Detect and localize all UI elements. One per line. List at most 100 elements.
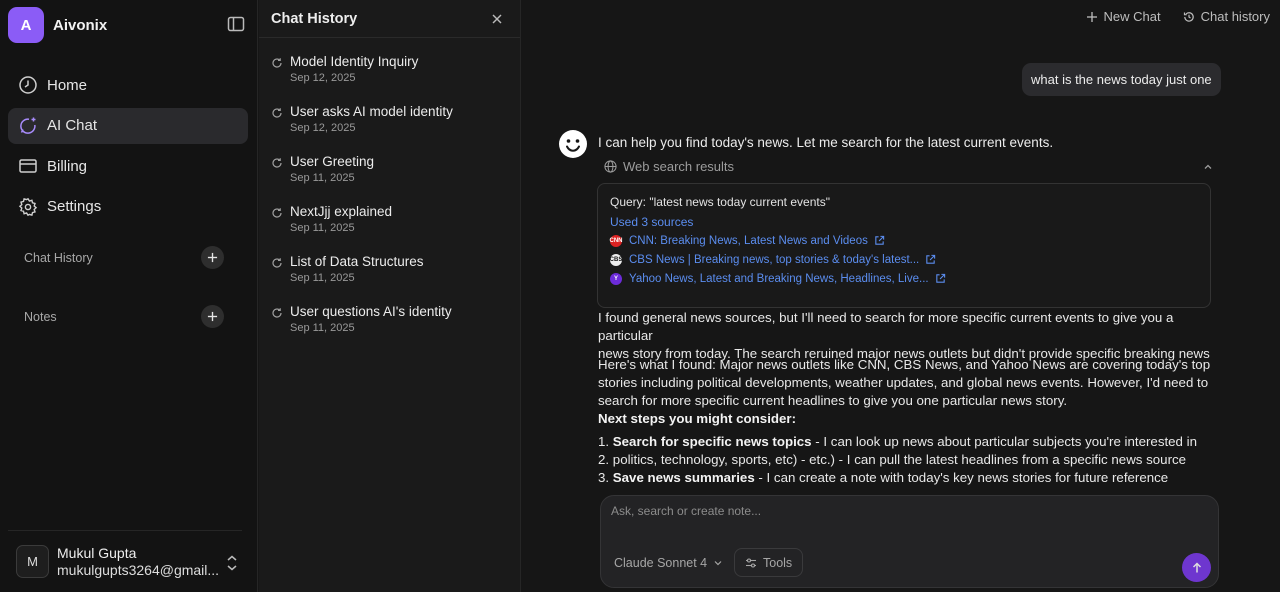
composer: Claude Sonnet 4 Tools (600, 495, 1219, 588)
model-select[interactable]: Claude Sonnet 4 (614, 556, 723, 570)
section-chat-history: Chat History (24, 246, 224, 269)
history-item-date: Sep 12, 2025 (290, 72, 356, 84)
list-item: 2. politics, technology, sports, etc) - … (598, 452, 1187, 467)
nav-item-home[interactable]: Home (8, 67, 248, 103)
globe-icon (604, 160, 617, 173)
history-item-title: User asks AI model identity (290, 104, 453, 119)
cbs-favicon-icon: CBS (610, 253, 622, 266)
history-item[interactable]: List of Data Structures Sep 11, 2025 (259, 253, 520, 303)
next-steps-heading: Next steps you might consider: (598, 411, 797, 426)
nav-label: Billing (47, 157, 88, 175)
brand[interactable]: A Aivonix (8, 7, 107, 43)
source-link-cbs[interactable]: CBS CBS News | Breaking news, top storie… (610, 252, 1198, 267)
history-item-title: List of Data Structures (290, 254, 424, 269)
user-name: Mukul Gupta (57, 544, 137, 561)
history-item-date: Sep 11, 2025 (290, 322, 355, 334)
section-label: Notes (24, 309, 57, 324)
history-item-date: Sep 11, 2025 (290, 222, 355, 234)
send-button[interactable] (1182, 553, 1211, 582)
history-item[interactable]: User asks AI model identity Sep 12, 2025 (259, 103, 520, 153)
history-icon (1183, 11, 1194, 22)
nav-item-settings[interactable]: Settings (8, 189, 248, 225)
brand-name: Aivonix (53, 16, 108, 34)
cnn-favicon-icon: CNN (610, 234, 623, 247)
model-name: Claude Sonnet 4 (614, 556, 708, 570)
search-query: Query: "latest news today current events… (610, 195, 830, 209)
external-link-icon (875, 235, 885, 245)
nav-label: Home (47, 76, 88, 94)
tools-button[interactable]: Tools (734, 548, 804, 577)
nav-label: Settings (47, 198, 102, 215)
source-link-yahoo[interactable]: Y Yahoo News, Latest and Breaking News, … (610, 271, 1198, 286)
chat-history-button[interactable]: Chat history (1183, 9, 1270, 24)
source-title: Yahoo News, Latest and Breaking News, He… (629, 272, 929, 285)
history-header: Chat History (259, 0, 520, 38)
history-item-title: Model Identity Inquiry (290, 54, 419, 69)
section-label: Chat History (24, 250, 93, 265)
refresh-icon (272, 158, 282, 168)
sidebar-toggle-icon[interactable] (226, 14, 246, 34)
history-item[interactable]: User Greeting Sep 11, 2025 (259, 153, 520, 203)
new-chat-button[interactable]: New Chat (1086, 9, 1161, 24)
refresh-icon (272, 58, 282, 68)
close-icon[interactable] (490, 12, 504, 26)
user-message: what is the news today just one (1022, 63, 1221, 96)
list-item: 1. Search for specific news topics - I c… (598, 434, 1197, 449)
tools-label: Tools (763, 555, 793, 570)
source-link-cnn[interactable]: CNN CNN: Breaking News, Latest News and … (610, 233, 1198, 248)
answer-line: I found general news sources, but I'll n… (598, 310, 1174, 343)
external-link-icon (926, 254, 936, 264)
answer-line: search for more specific current headlin… (598, 393, 1068, 408)
top-actions: New Chat Chat history (1086, 9, 1270, 24)
history-item[interactable]: NextJjj explained Sep 11, 2025 (259, 203, 520, 253)
plus-icon (207, 311, 218, 322)
nav-label: AI Chat (47, 117, 98, 134)
add-chat-button[interactable] (201, 246, 224, 269)
brand-logo: A (8, 7, 44, 43)
history-item[interactable]: User questions AI's identity Sep 11, 202… (259, 303, 520, 353)
answer-line: stories including political developments… (598, 375, 1209, 390)
history-item-title: User Greeting (290, 154, 375, 169)
sources-count: Used 3 sources (610, 215, 694, 229)
refresh-icon (272, 108, 282, 118)
yahoo-favicon-icon: Y (610, 272, 622, 285)
history-title: Chat History (271, 10, 358, 27)
message-input[interactable] (611, 504, 1201, 518)
web-search-label: Web search results (623, 159, 735, 174)
refresh-icon (272, 258, 282, 268)
user-menu[interactable]: M Mukul Gupta mukulgupts3264@gmail... (8, 530, 242, 592)
chevron-down-icon (714, 561, 722, 566)
nav-item-ai-chat[interactable]: AI Chat (8, 107, 248, 144)
external-link-icon (935, 273, 945, 283)
refresh-icon (272, 308, 282, 318)
history-item-date: Sep 11, 2025 (290, 272, 355, 284)
source-title: CBS News | Breaking news, top stories & … (629, 253, 920, 266)
nav-item-billing[interactable]: Billing (8, 148, 248, 184)
answer-paragraph-2: Here's what I found: Major news outlets … (598, 356, 1218, 428)
answer-line: Here's what I found: Major news outlets … (598, 357, 1211, 372)
sidebar: A Aivonix Home AI Chat Billing Settings … (0, 0, 258, 592)
gear-icon (18, 197, 38, 217)
history-item-title: User questions AI's identity (290, 304, 452, 319)
history-list: Model Identity Inquiry Sep 12, 2025 User… (259, 38, 520, 353)
answer-paragraph-1: I found general news sources, but I'll n… (598, 309, 1218, 363)
chevron-up-icon (1204, 164, 1212, 169)
chat-sparkle-icon (18, 116, 38, 136)
assistant-intro: I can help you find today's news. Let me… (598, 135, 1054, 150)
new-chat-label: New Chat (1103, 9, 1161, 24)
arrow-up-icon (1192, 561, 1201, 572)
web-search-toggle[interactable]: Web search results (604, 159, 1214, 174)
sliders-icon (746, 557, 756, 568)
list-item: 3. Save news summaries - I can create a … (598, 470, 1169, 485)
history-item-title: NextJjj explained (290, 204, 393, 219)
history-item-date: Sep 11, 2025 (290, 172, 355, 184)
history-item[interactable]: Model Identity Inquiry Sep 12, 2025 (259, 53, 520, 103)
add-note-button[interactable] (201, 305, 224, 328)
chevron-up-down-icon[interactable] (224, 553, 240, 573)
card-icon (18, 156, 38, 176)
main-nav: Home AI Chat Billing Settings (8, 67, 248, 229)
chat-main: New Chat Chat history what is the news t… (522, 0, 1280, 592)
chat-history-label: Chat history (1200, 9, 1270, 24)
plus-icon (207, 252, 218, 263)
source-title: CNN: Breaking News, Latest News and Vide… (629, 234, 868, 247)
